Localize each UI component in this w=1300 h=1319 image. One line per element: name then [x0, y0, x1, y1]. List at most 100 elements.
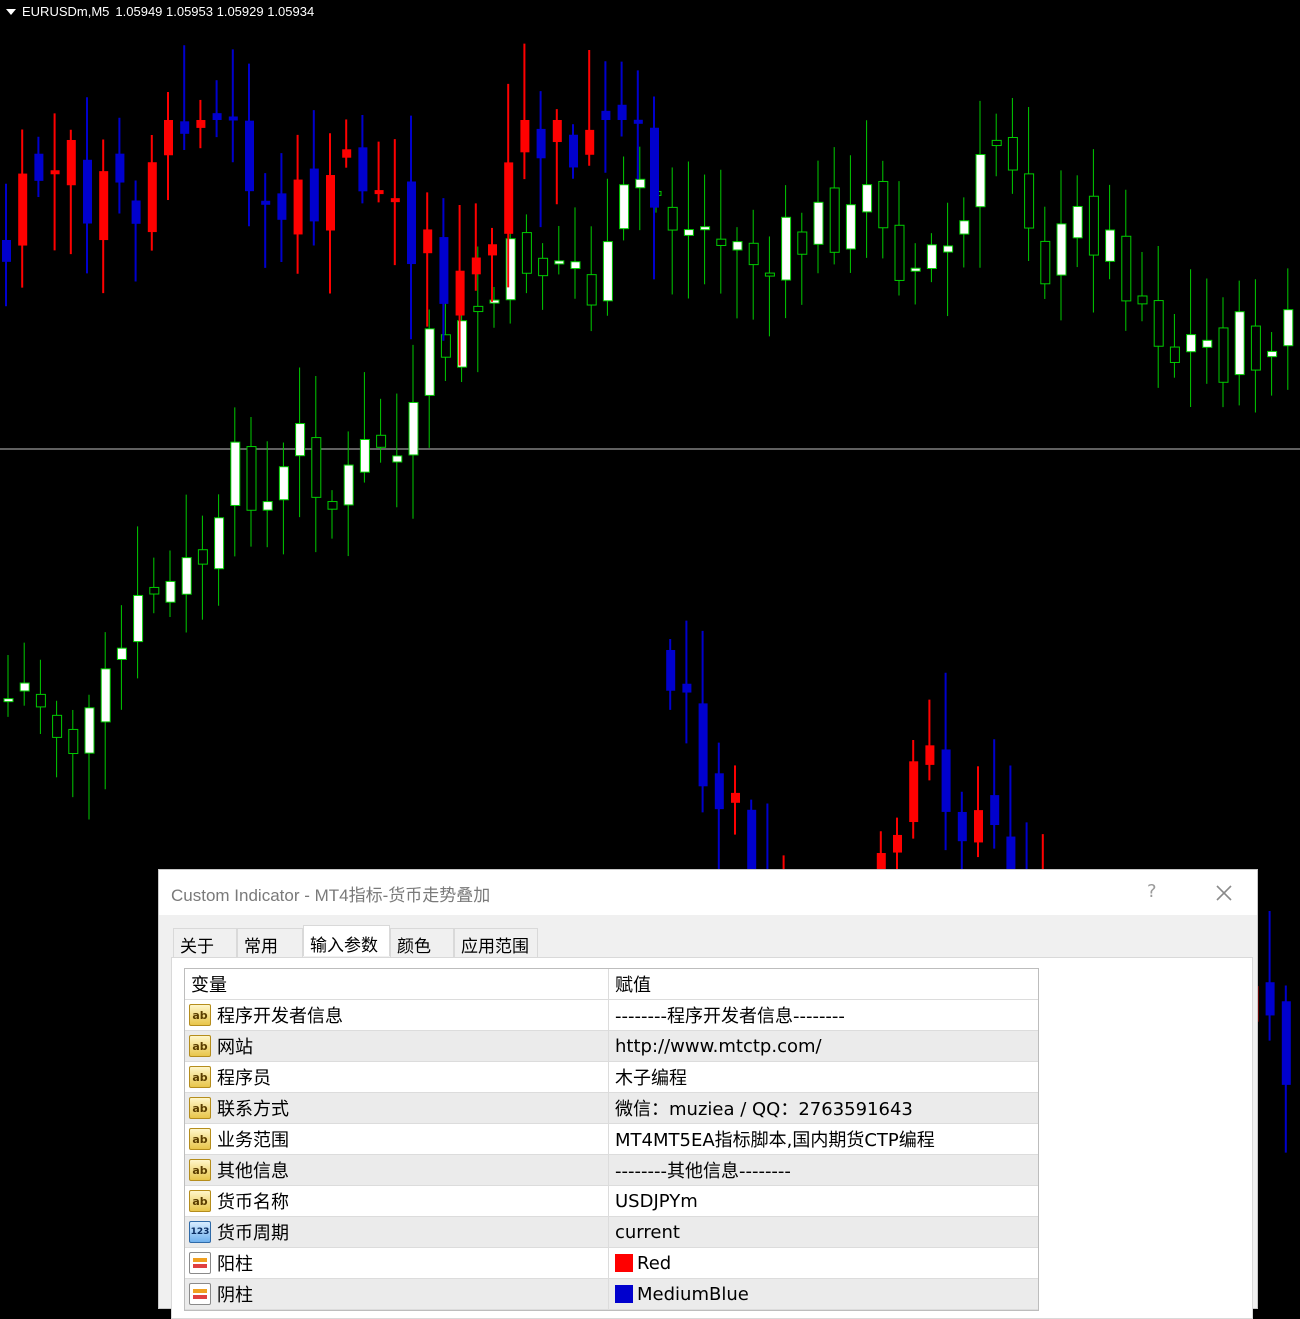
- dialog-titlebar[interactable]: Custom Indicator - MT4指标-货币走势叠加 ?: [159, 870, 1257, 915]
- param-name: 程序员: [217, 1068, 271, 1089]
- tab-common[interactable]: 常用: [237, 928, 303, 957]
- primary-candle-body: [617, 104, 627, 120]
- secondary-candle-body: [311, 437, 322, 498]
- primary-candle-body: [1281, 1001, 1291, 1085]
- tab-about[interactable]: 关于: [173, 928, 237, 957]
- param-row[interactable]: ab 联系方式 微信：muziea / QQ：2763591643: [185, 1093, 1038, 1124]
- param-value[interactable]: http://www.mtctp.com/: [609, 1031, 1038, 1061]
- primary-candle-body: [374, 190, 384, 195]
- param-row[interactable]: ab 程序员 木子编程: [185, 1062, 1038, 1093]
- secondary-candle-body: [100, 668, 111, 723]
- primary-candle-body: [698, 703, 708, 787]
- primary-candle-body: [601, 110, 611, 120]
- secondary-candle-body: [683, 229, 694, 236]
- primary-candle-body: [941, 749, 951, 812]
- param-row[interactable]: ab 其他信息 --------其他信息--------: [185, 1155, 1038, 1186]
- primary-candle-body: [2, 240, 11, 262]
- param-value[interactable]: Red: [609, 1248, 1038, 1278]
- param-row[interactable]: ab 网站 http://www.mtctp.com/: [185, 1031, 1038, 1062]
- param-value[interactable]: MediumBlue: [609, 1279, 1038, 1309]
- param-value[interactable]: MT4MT5EA指标脚本,国内期货CTP编程: [609, 1124, 1038, 1154]
- secondary-candle-body: [1169, 346, 1180, 363]
- secondary-candle-body: [1024, 173, 1035, 229]
- param-value[interactable]: current: [609, 1217, 1038, 1247]
- secondary-candle-body: [1072, 205, 1083, 239]
- tab-inputs[interactable]: 输入参数: [303, 925, 390, 956]
- string-type-icon: ab: [189, 1159, 211, 1181]
- param-row[interactable]: ab 程序开发者信息 --------程序开发者信息--------: [185, 1000, 1038, 1031]
- param-variable: ab 业务范围: [185, 1124, 609, 1154]
- secondary-candle-body: [52, 714, 63, 738]
- tab-visualization[interactable]: 应用范围: [454, 928, 538, 957]
- param-value[interactable]: --------其他信息--------: [609, 1155, 1038, 1185]
- tab-colors[interactable]: 颜色: [390, 928, 454, 957]
- param-variable: 123 货币周期: [185, 1217, 609, 1247]
- param-value[interactable]: 木子编程: [609, 1062, 1038, 1092]
- primary-candle-body: [261, 200, 271, 205]
- primary-candle-body: [18, 173, 28, 246]
- secondary-candle-body: [813, 201, 824, 245]
- param-row[interactable]: ab 业务范围 MT4MT5EA指标脚本,国内期货CTP编程: [185, 1124, 1038, 1155]
- primary-candle-body: [423, 229, 433, 254]
- secondary-candle-body: [1186, 334, 1197, 353]
- secondary-candle-body: [667, 206, 678, 231]
- primary-candle-body: [358, 147, 368, 192]
- param-value-text: 木子编程: [615, 1068, 687, 1089]
- param-value-text: --------其他信息--------: [615, 1161, 791, 1182]
- primary-candle-body: [293, 179, 303, 235]
- secondary-candle-body: [1153, 300, 1164, 347]
- param-row[interactable]: 123 货币周期 current: [185, 1217, 1038, 1248]
- primary-candle-body: [990, 795, 1000, 826]
- primary-candle-body: [893, 834, 902, 853]
- param-value[interactable]: --------程序开发者信息--------: [609, 1000, 1038, 1030]
- param-variable: ab 网站: [185, 1031, 609, 1061]
- secondary-candle-body: [197, 549, 208, 565]
- param-name: 其他信息: [217, 1161, 289, 1182]
- param-value[interactable]: 微信：muziea / QQ：2763591643: [609, 1093, 1038, 1123]
- primary-candle-body: [650, 127, 659, 208]
- dropdown-triangle-icon[interactable]: [6, 8, 16, 15]
- secondary-candle-body: [586, 274, 597, 306]
- secondary-candle-body: [1056, 223, 1067, 276]
- primary-candle-body: [147, 162, 157, 233]
- param-name: 阴柱: [217, 1285, 253, 1306]
- param-name: 程序开发者信息: [217, 1006, 343, 1027]
- param-variable: ab 货币名称: [185, 1186, 609, 1216]
- primary-candle-body: [407, 181, 416, 265]
- secondary-candle-body: [781, 216, 792, 281]
- close-icon[interactable]: [1209, 878, 1239, 908]
- primary-candle-body: [925, 745, 935, 765]
- primary-candle-body: [585, 129, 595, 155]
- secondary-candle-body: [1040, 240, 1051, 285]
- param-row[interactable]: 阴柱 MediumBlue: [185, 1279, 1038, 1310]
- secondary-candle-body: [975, 154, 986, 208]
- param-row[interactable]: 阳柱 Red: [185, 1248, 1038, 1279]
- secondary-candle-body: [473, 305, 484, 313]
- primary-candle-body: [228, 116, 238, 121]
- secondary-candle-body: [133, 594, 144, 643]
- primary-candle-body: [50, 170, 60, 175]
- color-type-icon: [189, 1252, 211, 1274]
- secondary-candle-body: [1218, 327, 1229, 383]
- secondary-candle-body: [748, 242, 759, 266]
- secondary-candle-body: [926, 244, 937, 270]
- column-header-variable[interactable]: 变量: [185, 969, 609, 999]
- help-button[interactable]: ?: [1147, 881, 1157, 902]
- param-value[interactable]: USDJPYm: [609, 1186, 1038, 1216]
- param-row[interactable]: ab 货币名称 USDJPYm: [185, 1186, 1038, 1217]
- params-table: 变量 赋值 ab 程序开发者信息 --------程序开发者信息-------- ab…: [184, 968, 1039, 1311]
- secondary-candle-body: [635, 178, 646, 189]
- string-type-icon: ab: [189, 1128, 211, 1150]
- primary-candle-body: [99, 171, 109, 241]
- secondary-candle-body: [181, 557, 192, 595]
- param-variable: 阴柱: [185, 1279, 609, 1309]
- column-header-value[interactable]: 赋值: [609, 969, 1038, 999]
- param-name: 货币名称: [217, 1192, 289, 1213]
- secondary-candle-body: [408, 401, 419, 456]
- secondary-candle-body: [343, 464, 354, 506]
- param-name: 货币周期: [217, 1223, 289, 1244]
- primary-candle-body: [909, 761, 919, 823]
- primary-candle-body: [731, 792, 740, 803]
- primary-candle-body: [196, 120, 206, 128]
- param-variable: 阳柱: [185, 1248, 609, 1278]
